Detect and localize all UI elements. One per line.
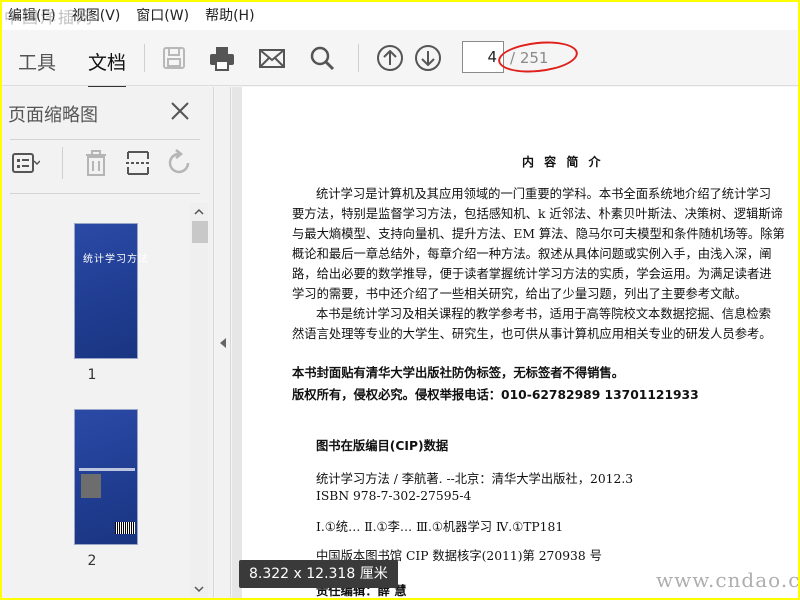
doc-line: 与最大熵模型、支持向量机、提升方法、EM 算法、隐马尔可夫模型和条件随机场等。除… [292, 227, 785, 241]
chevron-up-icon[interactable] [194, 207, 204, 217]
panel-divider [10, 139, 200, 140]
cover-text-line [79, 468, 135, 471]
page-thumbnails-panel: 页面缩略图 统计学习方法 1 2 [2, 87, 214, 598]
panel-divider [10, 193, 200, 194]
insert-page-icon[interactable] [124, 149, 152, 177]
doc-line: 要方法，特别是监督学习方法，包括感知机、k 近邻法、朴素贝叶斯法、决策树、逻辑斯… [292, 207, 783, 221]
doc-line: 概论和最后一章总结外，每章介绍一种方法。叙述从具体问题或实例入手，由浅入深，阐 [292, 247, 772, 261]
panel-collapse-strip[interactable] [215, 87, 231, 598]
panel-toolbar-divider [62, 147, 63, 179]
panel-title: 页面缩略图 [8, 105, 98, 126]
main-toolbar: 工具 文档 4 / 251 [2, 30, 798, 89]
document-view[interactable]: 内 容 简 介 统计学习是计算机及其应用领域的一门重要的学科。本书全面系统地介绍… [232, 87, 798, 598]
thumbnail-page-1[interactable]: 统计学习方法 [74, 223, 148, 359]
chevron-down-icon[interactable] [194, 584, 204, 594]
print-icon[interactable] [208, 44, 236, 72]
tab-tools[interactable]: 工具 [18, 48, 56, 75]
thumbnail-page-2[interactable] [74, 409, 138, 545]
page-heading: 内 容 简 介 [522, 155, 604, 169]
doc-line: 本书是统计学习及相关课程的教学参考书，适用于高等院校文本数据挖掘、信息检索 [316, 307, 771, 321]
page-size-tooltip: 8.322 x 12.318 厘米 [239, 560, 398, 588]
delete-icon[interactable] [82, 149, 110, 177]
options-icon[interactable] [12, 149, 40, 177]
page-down-icon[interactable] [414, 44, 442, 72]
doc-line: 路，给出必要的数学推导，便于读者掌握统计学习方法的实质，学会运用。为满足读者进 [292, 267, 772, 281]
watermark-bottom-right: www.cndao.com [656, 568, 798, 592]
thumbnail-label-1: 1 [87, 367, 97, 383]
thumbnail-label-2: 2 [87, 553, 97, 569]
doc-line: 然语言处理等专业的大学生、研究生，也可供从事计算机应用相关专业的研发人员参考。 [292, 327, 772, 341]
close-icon[interactable] [168, 99, 192, 123]
barcode [115, 522, 135, 534]
save-icon[interactable] [160, 44, 188, 72]
mail-icon[interactable] [258, 44, 286, 72]
red-highlight-ellipse [496, 37, 580, 77]
search-icon[interactable] [308, 44, 336, 72]
cip-line: Ⅰ.①统… Ⅱ.①李… Ⅲ.①机器学习 Ⅳ.①TP181 [316, 520, 564, 534]
anti-counterfeit-notice: 本书封面贴有清华大学出版社防伪标签，无标签者不得销售。 [292, 366, 625, 380]
cover-photo [81, 474, 101, 498]
page-up-icon[interactable] [376, 44, 404, 72]
menu-edit[interactable]: 编辑(E) [2, 2, 64, 30]
pdf-reader-window: 编辑(E) 视图(V) 窗口(W) 帮助(H) 中国洋插网 工具 文档 4 / … [2, 2, 798, 598]
toolbar-divider [144, 44, 145, 72]
cip-line: 统计学习方法 / 李航著. --北京：清华大学出版社，2012.3 [316, 472, 634, 486]
cover-title: 统计学习方法 [83, 254, 149, 265]
menu-window[interactable]: 窗口(W) [128, 2, 197, 30]
scrollbar-thumb[interactable] [192, 221, 208, 243]
document-page: 内 容 简 介 统计学习是计算机及其应用领域的一门重要的学科。本书全面系统地介绍… [242, 87, 798, 598]
menu-view[interactable]: 视图(V) [64, 2, 129, 30]
doc-line: 统计学习是计算机及其应用领域的一门重要的学科。本书全面系统地介绍了统计学习 [316, 187, 771, 201]
menu-help[interactable]: 帮助(H) [197, 2, 262, 30]
menu-bar: 编辑(E) 视图(V) 窗口(W) 帮助(H) [2, 2, 798, 30]
thumbnail-scrollbar[interactable] [190, 203, 208, 598]
thumbnail-list[interactable]: 统计学习方法 1 2 [2, 203, 188, 598]
copyright-notice: 版权所有，侵权必究。侵权举报电话：010-62782989 1370112193… [292, 388, 699, 402]
tab-document[interactable]: 文档 [88, 48, 127, 89]
rotate-icon[interactable] [166, 149, 194, 177]
toolbar-divider [358, 44, 359, 72]
doc-line: 学习的需要，书中还介绍了一些相关研究，给出了少量习题，列出了主要参考文献。 [292, 287, 747, 301]
cip-title: 图书在版编目(CIP)数据 [316, 439, 449, 453]
cip-line: ISBN 978-7-302-27595-4 [316, 489, 472, 503]
collapse-left-icon[interactable] [219, 337, 227, 349]
